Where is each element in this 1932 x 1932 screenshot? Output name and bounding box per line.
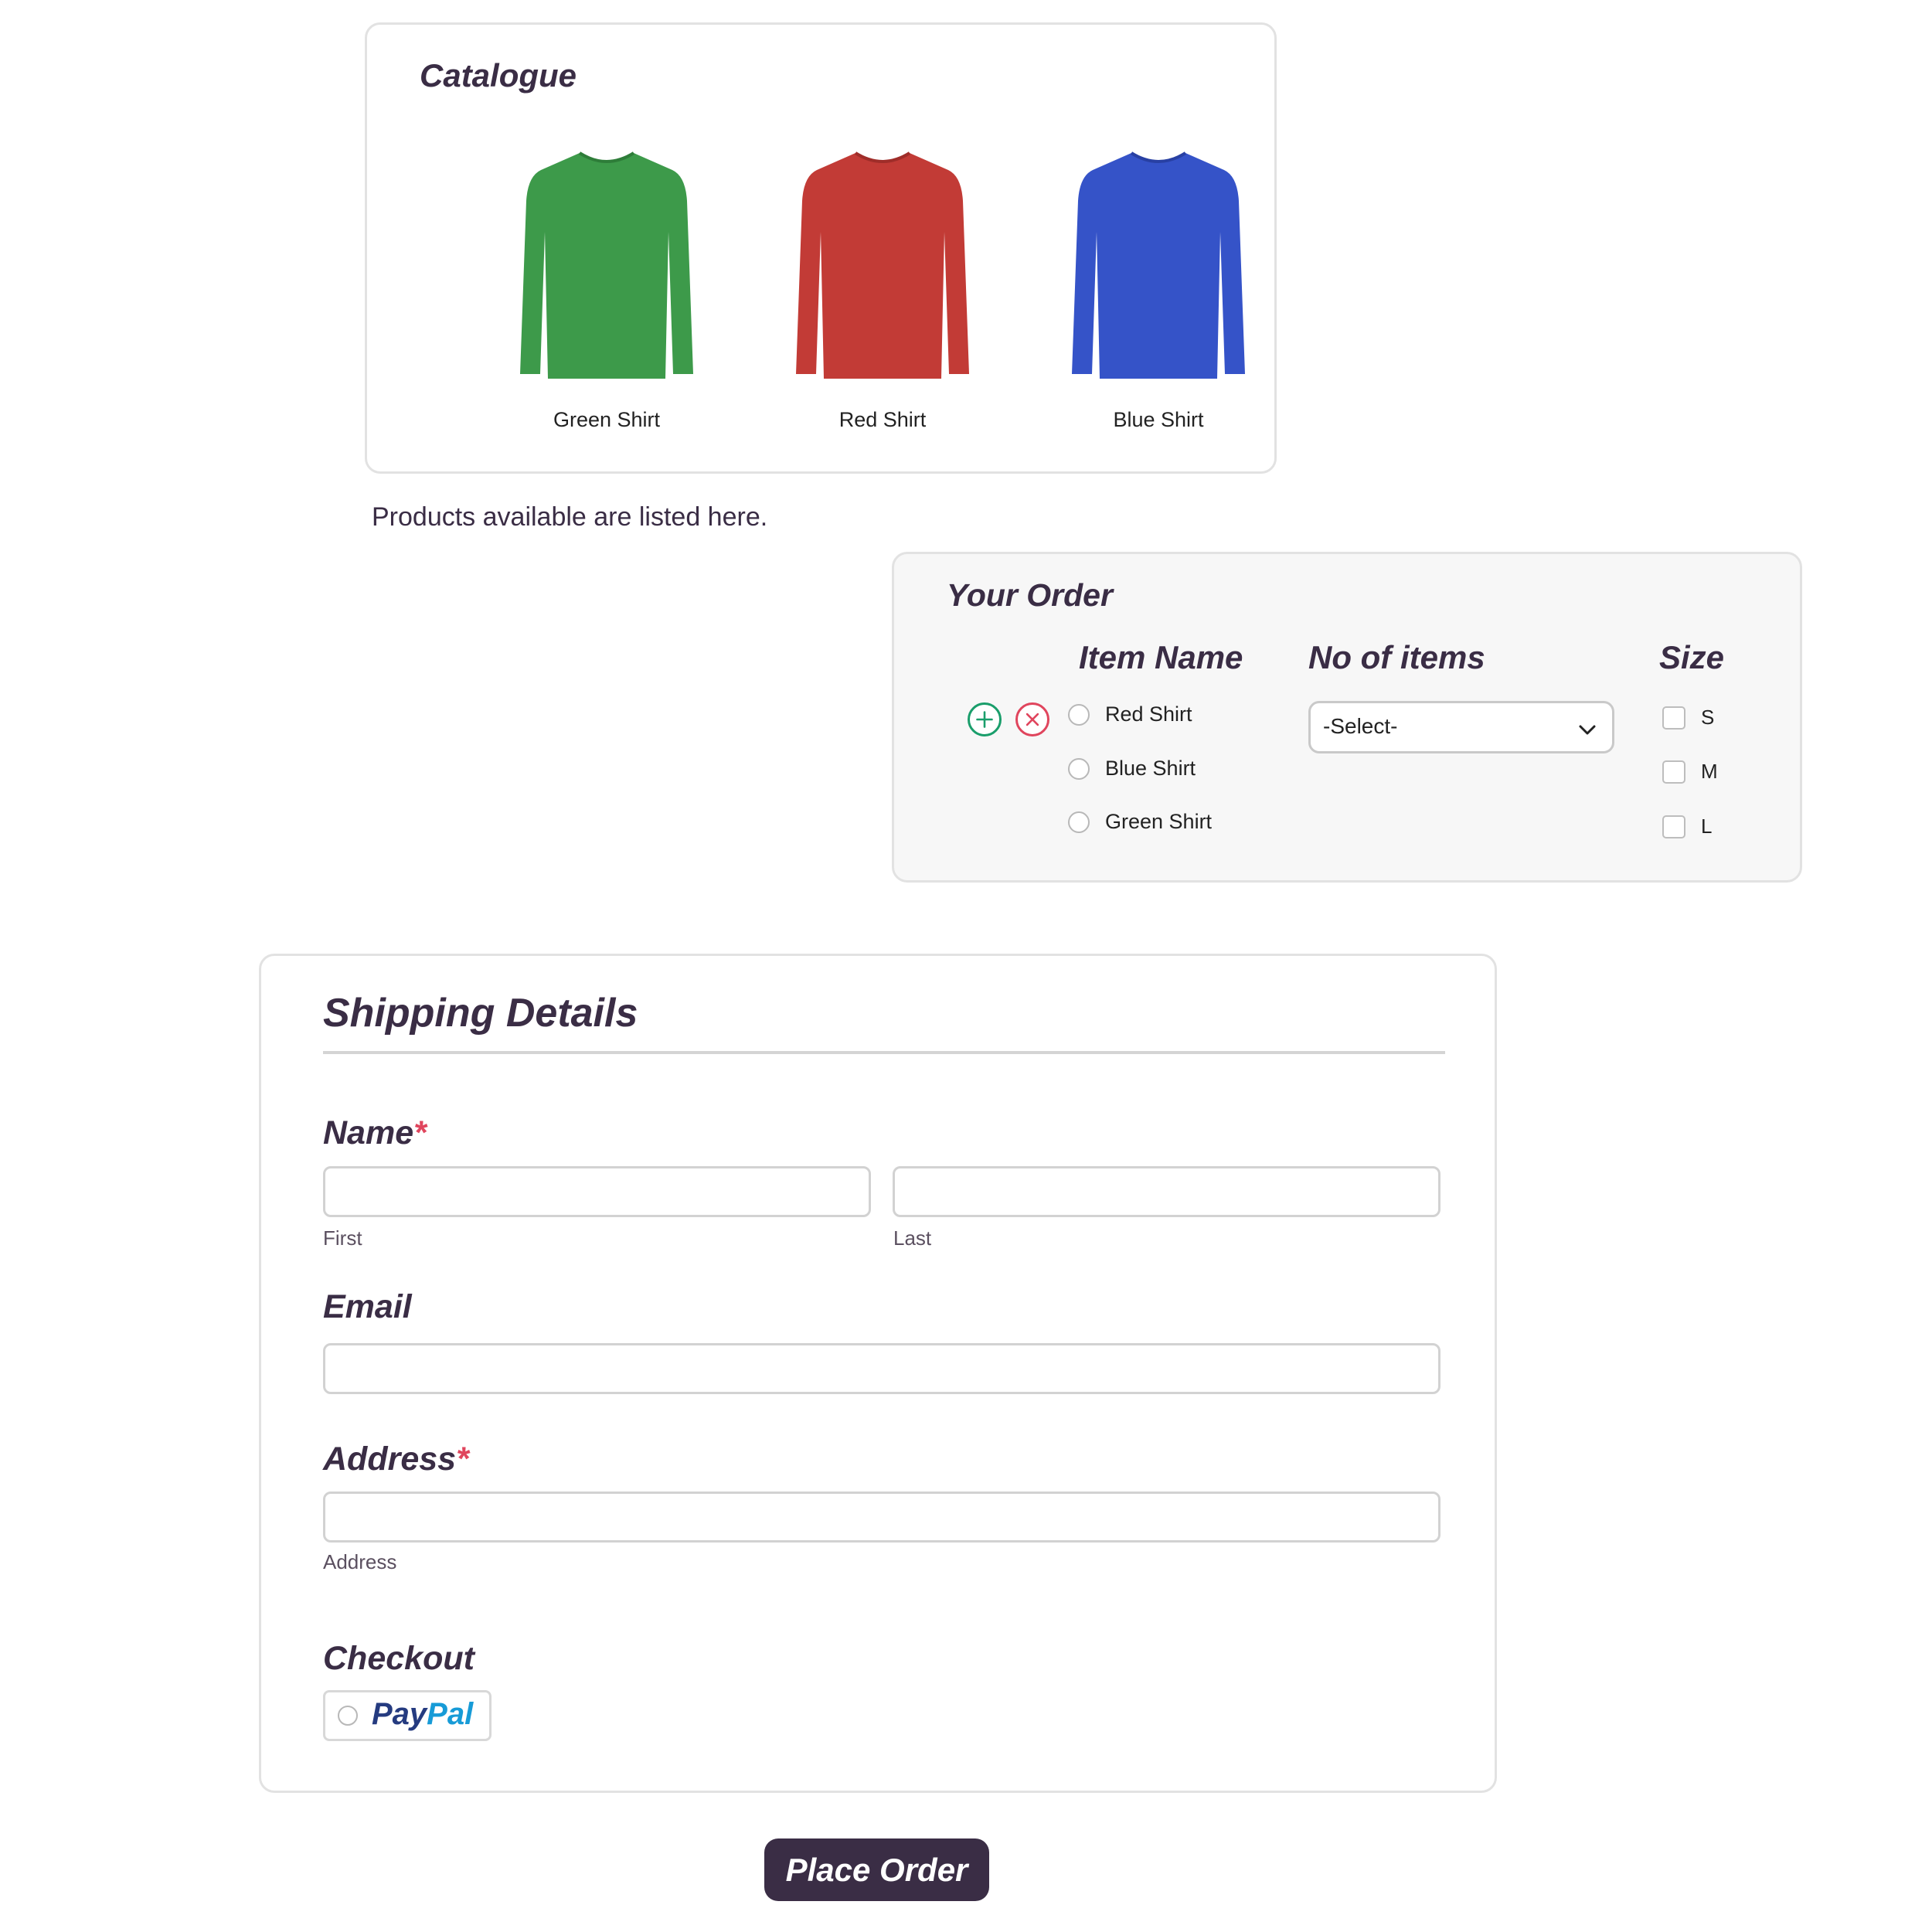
- shipping-details-card: Shipping Details Name* First Last Email …: [259, 954, 1497, 1793]
- first-name-input[interactable]: [323, 1166, 871, 1217]
- address-input[interactable]: [323, 1492, 1440, 1543]
- first-name-sublabel: First: [323, 1226, 362, 1250]
- red-shirt-image: [796, 151, 969, 379]
- item-name-header: Item Name: [1079, 639, 1243, 675]
- checkbox[interactable]: [1662, 815, 1685, 838]
- blue-shirt-image: [1072, 151, 1245, 379]
- paypal-logo: PayPal: [372, 1697, 474, 1731]
- size-option-l[interactable]: L: [1662, 815, 1712, 838]
- item-option-red-shirt[interactable]: Red Shirt: [1068, 702, 1192, 726]
- product-red-shirt[interactable]: Red Shirt: [767, 147, 998, 432]
- quantity-select[interactable]: -Select-: [1308, 701, 1614, 753]
- size-label: S: [1701, 706, 1715, 729]
- last-name-sublabel: Last: [893, 1226, 932, 1250]
- your-order-card: Your Order Item Name No of items Size Re…: [892, 552, 1802, 883]
- chevron-down-icon: [1579, 725, 1596, 735]
- required-marker: *: [456, 1440, 469, 1478]
- email-input[interactable]: [323, 1343, 1440, 1394]
- green-shirt-image: [520, 151, 693, 379]
- radio-button[interactable]: [1068, 811, 1090, 833]
- quantity-select-value: -Select-: [1323, 714, 1398, 738]
- required-marker: *: [413, 1114, 427, 1151]
- product-name: Red Shirt: [838, 408, 927, 431]
- product-green-shirt[interactable]: Green Shirt: [491, 147, 723, 432]
- product-blue-shirt[interactable]: Blue Shirt: [1043, 147, 1274, 432]
- checkout-label: Checkout: [323, 1640, 474, 1677]
- size-label: L: [1701, 815, 1713, 838]
- last-name-input[interactable]: [893, 1166, 1440, 1217]
- order-title: Your Order: [947, 577, 1113, 613]
- paypal-option[interactable]: PayPal: [323, 1690, 492, 1741]
- address-label: Address*: [323, 1440, 469, 1478]
- checkbox[interactable]: [1662, 760, 1685, 784]
- catalogue-note: Products available are listed here.: [372, 502, 768, 532]
- section-divider: [323, 1051, 1445, 1054]
- size-option-s[interactable]: S: [1662, 706, 1714, 730]
- no-of-items-header: No of items: [1308, 639, 1485, 675]
- product-name: Blue Shirt: [1113, 408, 1204, 431]
- size-option-m[interactable]: M: [1662, 760, 1718, 784]
- x-circle-icon[interactable]: [1015, 702, 1049, 736]
- product-name: Green Shirt: [553, 408, 661, 431]
- item-option-blue-shirt[interactable]: Blue Shirt: [1068, 757, 1196, 781]
- paypal-radio[interactable]: [338, 1706, 358, 1726]
- item-option-label: Green Shirt: [1105, 810, 1213, 833]
- item-option-green-shirt[interactable]: Green Shirt: [1068, 810, 1212, 834]
- item-option-label: Blue Shirt: [1105, 757, 1196, 780]
- checkbox[interactable]: [1662, 706, 1685, 730]
- name-label: Name*: [323, 1114, 427, 1151]
- place-order-button[interactable]: Place Order: [764, 1838, 989, 1901]
- radio-button[interactable]: [1068, 703, 1090, 726]
- address-sublabel: Address: [323, 1550, 397, 1573]
- plus-circle-icon[interactable]: [968, 702, 1002, 736]
- shipping-title: Shipping Details: [323, 991, 638, 1036]
- size-label: M: [1701, 760, 1718, 783]
- size-header: Size: [1659, 639, 1725, 675]
- item-option-label: Red Shirt: [1105, 702, 1192, 726]
- catalogue-title: Catalogue: [420, 57, 577, 94]
- catalogue-card: Catalogue Green Shirt Red Shirt Blue Shi…: [365, 22, 1277, 474]
- radio-button[interactable]: [1068, 757, 1090, 780]
- email-label: Email: [323, 1288, 412, 1325]
